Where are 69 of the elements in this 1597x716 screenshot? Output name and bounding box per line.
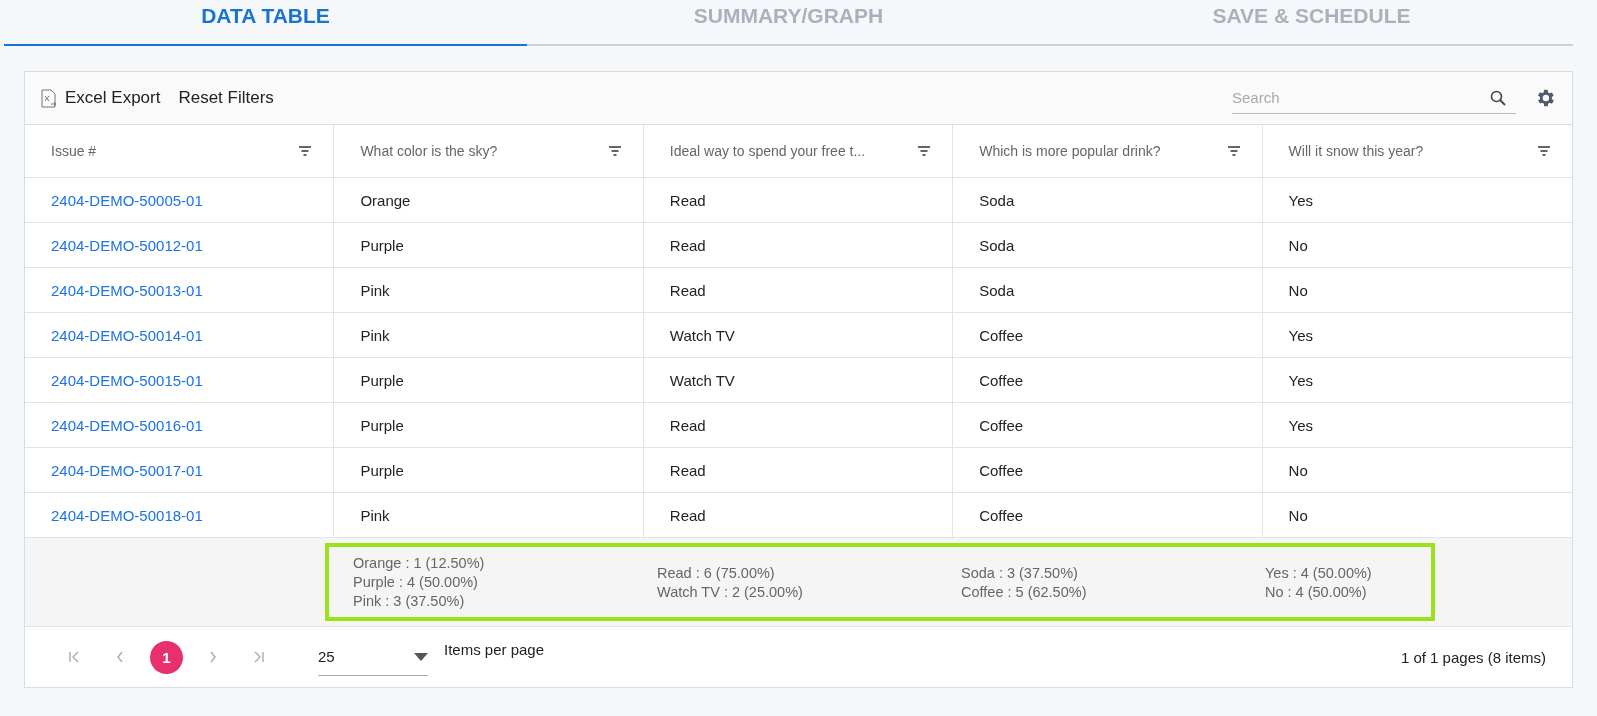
table-cell: Watch TV [643,358,954,403]
filter-icon[interactable] [608,146,621,156]
reset-filters-button[interactable]: Reset Filters [178,88,274,108]
summary-count: Orange : 1 (12.50%) [353,555,486,571]
table-cell: Read [643,448,954,493]
first-page-icon [68,651,80,663]
table-cell: Coffee [953,403,1263,448]
table-cell: Yes [1262,358,1572,403]
filter-icon[interactable] [1227,146,1240,156]
issue-link[interactable]: 2404-DEMO-50005-01 [25,178,335,223]
table-cell: No [1262,223,1572,268]
summary-count: Read : 6 (75.00%) [657,564,776,581]
page-size-dropdown[interactable]: 25 [318,638,428,676]
filter-icon[interactable] [1538,146,1550,156]
summary-count: Soda : 3 (37.50%) [961,564,1079,581]
table-cell: Read [643,403,954,448]
table-cell: Coffee [953,358,1263,403]
table-cell: Purple [334,448,644,493]
table-cell: No [1262,268,1572,313]
page-number-button[interactable]: 1 [150,640,183,674]
issue-link[interactable]: 2404-DEMO-50012-01 [25,223,335,268]
filter-icon[interactable] [299,146,312,156]
table-cell: Yes [1262,403,1572,448]
issue-link[interactable]: 2404-DEMO-50014-01 [25,313,335,358]
table-cell: Read [643,268,954,313]
search-icon[interactable] [1490,90,1506,106]
page-info: 1 of 1 pages (8 items) [1400,648,1546,666]
issue-link[interactable]: 2404-DEMO-50017-01 [25,448,335,493]
column-header[interactable]: Issue # [25,125,335,178]
caret-down-icon [414,652,428,661]
table-cell: Coffee [953,313,1263,358]
table-cell: Yes [1262,178,1572,223]
table-cell: Watch TV [643,313,954,358]
excel-export-button[interactable]: Excel Export [41,88,161,108]
column-header[interactable]: Which is more popular drink? [953,125,1263,178]
last-page-icon [253,651,265,663]
issue-link[interactable]: 2404-DEMO-50015-01 [25,358,335,403]
summary-count: Purple : 4 (50.00%) [353,574,479,590]
table-cell: Soda [953,268,1263,313]
table-cell: Read [643,223,954,268]
column-header[interactable]: Will it snow this year? [1262,125,1572,178]
table-cell: Purple [334,223,644,268]
table-cell: Read [643,178,954,223]
issue-link[interactable]: 2404-DEMO-50016-01 [25,403,335,448]
summary-count: No : 4 (50.00%) [1265,583,1368,600]
table-cell: Pink [334,313,644,358]
table-cell: Purple [334,358,644,403]
table-cell: Soda [953,178,1263,223]
table-cell: Soda [953,223,1263,268]
issue-link[interactable]: 2404-DEMO-50013-01 [25,268,335,313]
column-header[interactable]: What color is the sky? [334,125,644,178]
chevron-right-icon [209,651,217,663]
table-cell: Coffee [953,448,1263,493]
filter-icon[interactable] [918,146,931,156]
table-cell: Pink [334,268,644,313]
search-field[interactable]: Search [1232,82,1516,114]
items-per-page-label: Items per page [444,641,545,658]
table-cell: No [1262,448,1572,493]
excel-file-icon [41,88,57,108]
column-header[interactable]: Ideal way to spend your free t... [643,125,954,178]
summary-count: Watch TV : 2 (25.00%) [657,583,804,600]
summary-count: Yes : 4 (50.00%) [1265,564,1373,581]
chevron-left-icon [116,651,124,663]
tab[interactable]: DATA TABLE [4,0,527,46]
table-cell: Yes [1262,313,1572,358]
summary-count: Coffee : 5 (62.50%) [961,583,1088,600]
summary-count: Pink : 3 (37.50%) [353,593,466,609]
table-cell: Orange [334,178,644,223]
table-cell: Purple [334,403,644,448]
